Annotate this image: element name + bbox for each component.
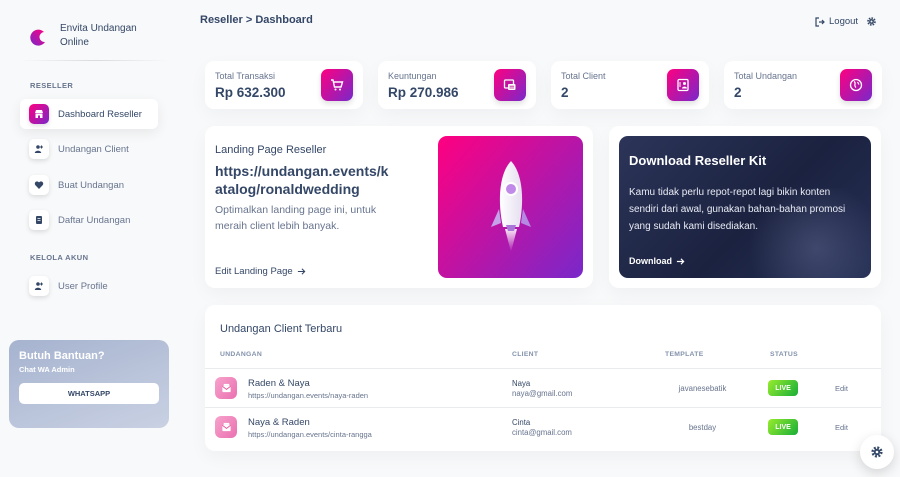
invitation-url[interactable]: https://undangan.events/naya-raden xyxy=(248,391,368,400)
reseller-kit-description: Kamu tidak perlu repot-repot lagi bikin … xyxy=(629,187,846,232)
breadcrumb: Reseller > Dashboard xyxy=(200,14,313,26)
edit-landing-page-link[interactable]: Edit Landing Page xyxy=(215,266,306,277)
heart-icon xyxy=(29,175,49,195)
logout-button[interactable]: Logout xyxy=(815,16,858,27)
table-row: Naya & Raden https://undangan.events/cin… xyxy=(205,407,881,446)
download-label: Download xyxy=(629,256,672,266)
brand-divider xyxy=(20,60,170,61)
invitation-name: Naya & Raden xyxy=(248,417,310,428)
stat-value: Rp 270.986 xyxy=(388,85,459,100)
stat-label: Total Client xyxy=(561,71,606,81)
brand-logo-icon xyxy=(30,29,45,46)
rocket-illustration xyxy=(438,136,583,278)
latest-invitations-table: Undangan Client Terbaru UNDANGAN CLIENT … xyxy=(205,305,881,451)
floating-settings-button[interactable] xyxy=(860,435,894,469)
stat-label: Total Transaksi xyxy=(215,71,276,81)
client-email: naya@gmail.com xyxy=(512,389,573,398)
invitation-icon xyxy=(215,416,237,438)
sidebar-item-label: Dashboard Reseller xyxy=(58,108,142,120)
sidebar-item-daftar-undangan[interactable]: Daftar Undangan xyxy=(20,205,158,235)
gear-icon xyxy=(871,446,883,458)
logout-label: Logout xyxy=(829,16,859,27)
sidebar-item-label: User Profile xyxy=(58,280,108,292)
column-header-undangan: UNDANGAN xyxy=(220,351,263,358)
sidebar-item-buat-undangan[interactable]: Buat Undangan xyxy=(20,170,158,200)
invitation-icon xyxy=(215,377,237,399)
template-name: bestday xyxy=(688,423,717,432)
landing-page-url[interactable]: https://undangan.events/katalog/ronaldwe… xyxy=(215,162,395,198)
stat-card-total-client: Total Client 2 xyxy=(551,61,709,109)
client-name: Cinta xyxy=(512,418,531,427)
globe-icon xyxy=(840,69,872,101)
download-link[interactable]: Download xyxy=(629,256,685,266)
sidebar-item-label: Undangan Client xyxy=(58,143,129,155)
invitation-name: Raden & Naya xyxy=(248,378,310,389)
users-icon xyxy=(29,139,49,159)
section-label-account: KELOLA AKUN xyxy=(30,253,89,262)
landing-page-description: Optimalkan landing page ini, untuk merai… xyxy=(215,204,377,232)
cart-icon xyxy=(321,69,353,101)
reseller-kit-title: Download Reseller Kit xyxy=(629,153,767,168)
list-icon xyxy=(29,210,49,230)
status-badge: LIVE xyxy=(768,419,798,435)
wallet-icon xyxy=(494,69,526,101)
section-label-reseller: RESELLER xyxy=(30,81,74,90)
stat-card-keuntungan: Keuntungan Rp 270.986 xyxy=(378,61,536,109)
sidebar-item-label: Buat Undangan xyxy=(58,179,125,191)
edit-landing-page-label: Edit Landing Page xyxy=(215,266,293,277)
reseller-kit-card: Download Reseller Kit Kamu tidak perlu r… xyxy=(609,126,881,288)
column-header-status: STATUS xyxy=(770,351,798,358)
edit-link[interactable]: Edit xyxy=(835,423,848,432)
store-icon xyxy=(29,104,49,124)
edit-link[interactable]: Edit xyxy=(835,384,848,393)
sidebar-item-undangan-client[interactable]: Undangan Client xyxy=(20,134,158,164)
landing-page-label: Landing Page Reseller xyxy=(215,144,327,156)
help-subtitle: Chat WA Admin xyxy=(19,365,75,374)
reseller-kit-banner: Download Reseller Kit Kamu tidak perlu r… xyxy=(619,136,871,278)
landing-page-card: Landing Page Reseller https://undangan.e… xyxy=(205,126,593,288)
sidebar: Envita Undangan Online RESELLER Dashboar… xyxy=(0,0,185,477)
whatsapp-button[interactable]: WHATSAPP xyxy=(19,383,159,404)
table-row: Raden & Naya https://undangan.events/nay… xyxy=(205,368,881,407)
stat-label: Total Undangan xyxy=(734,71,798,81)
client-icon xyxy=(667,69,699,101)
arrow-right-icon xyxy=(297,268,306,275)
logout-icon xyxy=(815,16,825,27)
invitation-url[interactable]: https://undangan.events/cinta-rangga xyxy=(248,430,372,439)
settings-gear-icon[interactable] xyxy=(866,16,877,27)
rocket-icon xyxy=(490,161,531,252)
column-header-client: CLIENT xyxy=(512,351,539,358)
help-title: Butuh Bantuan? xyxy=(19,350,105,362)
user-icon xyxy=(29,276,49,296)
sidebar-item-label: Daftar Undangan xyxy=(58,214,131,226)
help-card: Butuh Bantuan? Chat WA Admin WHATSAPP xyxy=(9,340,169,428)
stat-card-total-undangan: Total Undangan 2 xyxy=(724,61,882,109)
sidebar-item-user-profile[interactable]: User Profile xyxy=(20,271,158,301)
client-email: cinta@gmail.com xyxy=(512,428,572,437)
brand[interactable]: Envita Undangan Online xyxy=(28,22,150,50)
sidebar-item-dashboard-reseller[interactable]: Dashboard Reseller xyxy=(20,99,158,129)
stat-label: Keuntungan xyxy=(388,71,437,81)
stat-value: Rp 632.300 xyxy=(215,85,286,100)
stat-card-total-transaksi: Total Transaksi Rp 632.300 xyxy=(205,61,363,109)
brand-name: Envita Undangan Online xyxy=(60,23,137,48)
column-header-template: TEMPLATE xyxy=(665,351,704,358)
client-name: Naya xyxy=(512,379,531,388)
stat-value: 2 xyxy=(561,85,569,100)
table-title: Undangan Client Terbaru xyxy=(220,323,343,335)
status-badge: LIVE xyxy=(768,380,798,396)
arrow-right-icon xyxy=(676,257,685,265)
template-name: javanesebatik xyxy=(678,384,727,393)
stat-value: 2 xyxy=(734,85,742,100)
